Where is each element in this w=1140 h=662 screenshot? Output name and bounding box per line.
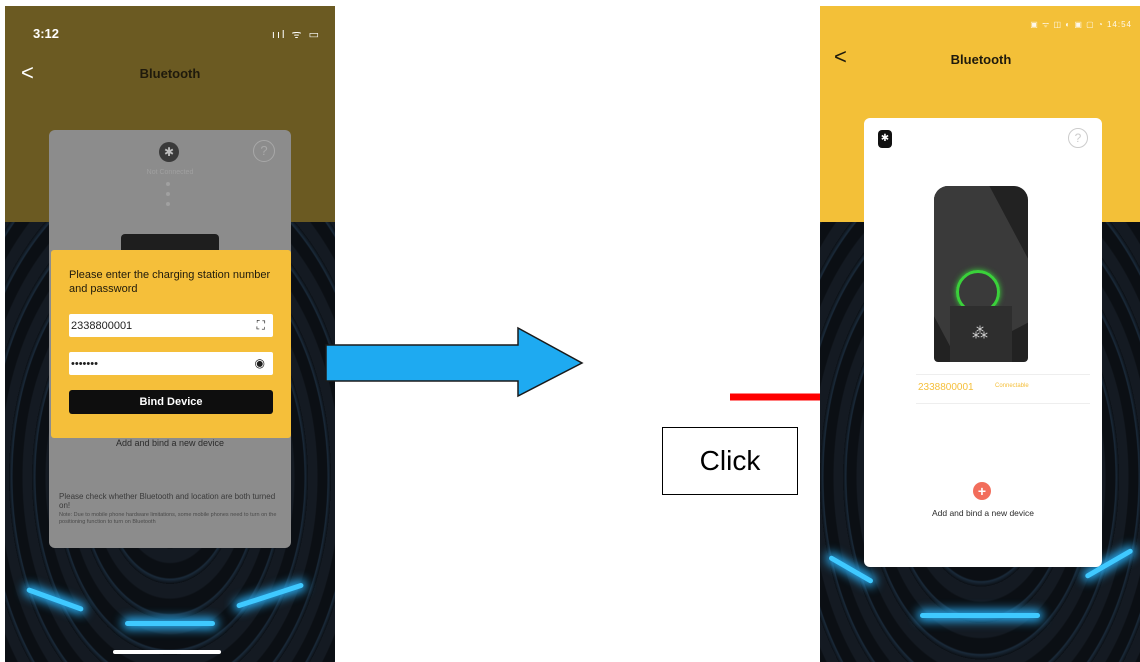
status-icons: ııl ᯤ ▭	[271, 29, 321, 41]
dialog-prompt: Please enter the charging station number…	[69, 269, 271, 295]
device-state: Connectable	[995, 383, 1029, 389]
help-icon[interactable]: ?	[253, 140, 275, 162]
bind-device-button[interactable]: Bind Device	[69, 390, 273, 414]
bind-device-dialog: Please enter the charging station number…	[51, 250, 291, 438]
bluetooth-note-detail: Note: Due to mobile phone hardware limit…	[59, 512, 277, 525]
right-phone-screenshot: ▣ ᯤ ◫ ◐ ▣ ▢ ◔ 14:54 < Bluetooth ✱ ? ⁂ 23…	[820, 6, 1140, 662]
tunnel-light	[125, 621, 215, 626]
tunnel-light	[25, 586, 85, 613]
left-phone-screenshot: 3:12 ııl ᯤ ▭ < Bluetooth ✱ ? Not Connect…	[5, 6, 335, 662]
station-number-value: 2338800001	[71, 320, 133, 332]
station-number-field[interactable]: 2338800001 ⛶	[69, 314, 273, 337]
password-field[interactable]: ••••••• ◉	[69, 352, 273, 375]
blue-arrow-shape	[325, 326, 584, 398]
eye-icon[interactable]: ◉	[255, 356, 265, 370]
help-icon[interactable]: ?	[1068, 128, 1088, 148]
status-time: 3:12	[33, 26, 60, 41]
device-list-item[interactable]: 2338800001 Connectable	[916, 374, 1090, 404]
bluetooth-note: Please check whether Bluetooth and locat…	[59, 492, 276, 510]
bluetooth-card: ✱ ? ⁂ 2338800001 Connectable + Add and b…	[864, 118, 1102, 567]
dots-indicator	[166, 182, 170, 212]
add-device-link[interactable]: Add and bind a new device	[49, 438, 291, 448]
bluetooth-icon: ✱	[159, 142, 179, 162]
tunnel-light	[920, 613, 1040, 618]
bluetooth-icon: ✱	[878, 130, 892, 148]
add-device-plus-icon[interactable]: +	[973, 482, 991, 500]
add-device-label[interactable]: Add and bind a new device	[864, 508, 1102, 518]
tunnel-light	[235, 582, 305, 609]
page-title: Bluetooth	[139, 66, 201, 81]
arrow-right-icon	[325, 326, 584, 398]
home-indicator	[113, 650, 221, 654]
status-icons: ▣ ᯤ ◫ ◐ ▣ ▢ ◔ 14:54	[1030, 20, 1132, 29]
charger-image: ⁂	[934, 186, 1028, 362]
device-number[interactable]: 2338800001	[918, 382, 974, 393]
password-value: •••••••	[71, 358, 98, 370]
click-label: Click	[662, 427, 798, 495]
loading-spinner-icon: ⁂	[972, 325, 988, 342]
connection-status: Not Connected	[146, 169, 194, 176]
scan-icon[interactable]: ⛶	[257, 318, 265, 333]
page-title: Bluetooth	[950, 52, 1012, 67]
